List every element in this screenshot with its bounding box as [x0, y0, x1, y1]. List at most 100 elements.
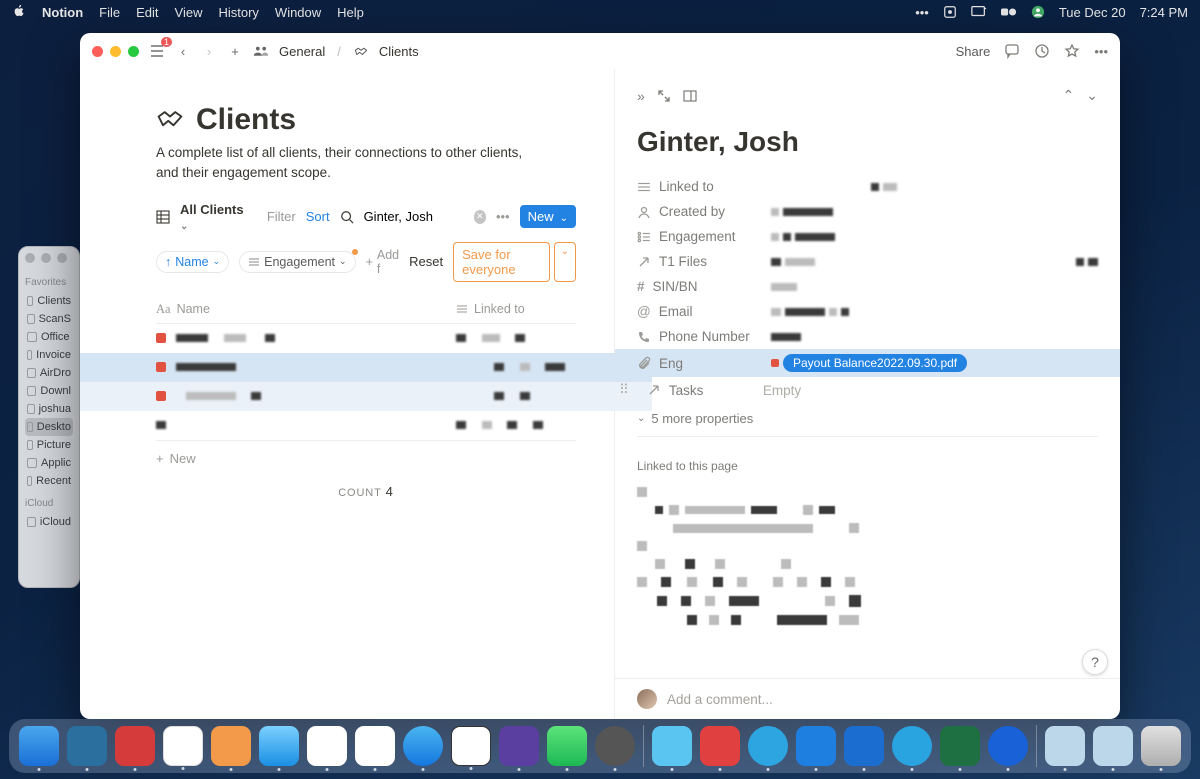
dock-folder[interactable]	[1093, 726, 1133, 766]
prop-sin-bn[interactable]: #SIN/BN	[637, 274, 1098, 299]
dock-app[interactable]	[355, 726, 395, 766]
new-row-button[interactable]: + New	[156, 440, 576, 476]
more-icon[interactable]: •••	[1094, 44, 1108, 59]
open-as-page-icon[interactable]: »	[637, 88, 645, 104]
status-shortcut-icon[interactable]	[943, 5, 957, 19]
dock-notion[interactable]	[451, 726, 491, 766]
finder-item[interactable]: Applic	[25, 454, 73, 472]
traffic-lights[interactable]	[92, 46, 139, 57]
dock-downloads[interactable]	[1045, 726, 1085, 766]
dock-obsidian[interactable]	[499, 726, 539, 766]
prop-tasks[interactable]: ⠿ Tasks Empty	[637, 377, 1098, 403]
finder-item[interactable]: Office	[25, 328, 73, 346]
dock-app[interactable]	[211, 726, 251, 766]
comment-input-row[interactable]: Add a comment...	[615, 678, 1120, 719]
menubar-date[interactable]: Tue Dec 20	[1059, 5, 1126, 20]
column-linked-to[interactable]: Linked to	[456, 302, 576, 317]
prop-phone[interactable]: Phone Number	[637, 324, 1098, 349]
finder-item[interactable]: Downl	[25, 382, 73, 400]
status-display-icon[interactable]	[971, 5, 987, 19]
view-more-icon[interactable]: •••	[496, 209, 510, 224]
close-icon[interactable]	[92, 46, 103, 57]
dock-slack[interactable]	[307, 726, 347, 766]
filter-engagement-chip[interactable]: Engagement⌄	[239, 251, 355, 273]
dock-safari[interactable]	[403, 726, 443, 766]
new-button[interactable]: New	[520, 205, 576, 228]
drag-handle-icon[interactable]: ⠿	[619, 382, 629, 398]
view-name[interactable]: All Clients ⌄	[180, 202, 247, 232]
dock-app[interactable]	[796, 726, 836, 766]
dock-mail[interactable]	[259, 726, 299, 766]
dock-app[interactable]	[892, 726, 932, 766]
more-properties-toggle[interactable]: ⌄5 more properties	[637, 411, 1098, 426]
updates-icon[interactable]	[1034, 43, 1050, 59]
help-button[interactable]: ?	[1082, 649, 1108, 675]
page-title[interactable]: Clients	[196, 103, 296, 137]
finder-item[interactable]: Clients	[25, 292, 73, 310]
search-input[interactable]	[364, 209, 464, 224]
sort-name-chip[interactable]: Name⌄	[156, 251, 229, 273]
share-button[interactable]: Share	[956, 44, 991, 59]
clear-search-icon[interactable]: ✕	[474, 210, 486, 224]
sidebar-toggle-icon[interactable]	[149, 43, 165, 59]
reset-filters-button[interactable]: Reset	[409, 254, 443, 269]
linked-backlinks[interactable]	[637, 483, 1098, 629]
dock-app[interactable]	[115, 726, 155, 766]
table-row[interactable]	[156, 411, 576, 440]
status-user-icon[interactable]	[1031, 5, 1045, 19]
prop-engagement[interactable]: Engagement	[637, 224, 1098, 249]
detail-title[interactable]: Ginter, Josh	[637, 126, 1098, 158]
column-name[interactable]: AaName	[156, 302, 456, 317]
dock-telegram[interactable]	[748, 726, 788, 766]
apple-icon[interactable]	[12, 4, 26, 21]
add-filter-button[interactable]: + Add f	[366, 248, 400, 276]
finder-item[interactable]: Invoice	[25, 346, 73, 364]
peek-mode-icon[interactable]	[683, 90, 697, 102]
prop-created-by[interactable]: Created by	[637, 199, 1098, 224]
prop-email[interactable]: @Email	[637, 299, 1098, 324]
dock-trash[interactable]	[1141, 726, 1181, 766]
page-description[interactable]: A complete list of all clients, their co…	[156, 143, 536, 184]
favorite-icon[interactable]	[1064, 43, 1080, 59]
next-record-icon[interactable]: ⌄	[1086, 87, 1098, 104]
finder-item[interactable]: Picture	[25, 436, 73, 454]
menubar-time[interactable]: 7:24 PM	[1140, 5, 1188, 20]
dock-settings[interactable]	[595, 726, 635, 766]
new-tab-icon[interactable]: +	[227, 43, 243, 59]
prev-record-icon[interactable]: ⌃	[1063, 87, 1075, 104]
table-row[interactable]	[156, 324, 576, 353]
back-button[interactable]: ‹	[175, 43, 191, 59]
dock-app[interactable]	[988, 726, 1028, 766]
finder-item[interactable]: AirDro	[25, 364, 73, 382]
save-dropdown-button[interactable]: ⌄	[554, 242, 576, 282]
status-ellipsis-icon[interactable]: •••	[915, 5, 929, 20]
prop-engagement-file[interactable]: Eng Payout Balance2022.09.30.pdf	[615, 349, 1120, 377]
table-row-selected[interactable]	[80, 353, 652, 382]
comment-placeholder[interactable]: Add a comment...	[667, 692, 773, 707]
menubar-app-name[interactable]: Notion	[42, 5, 83, 20]
comments-icon[interactable]	[1004, 43, 1020, 59]
table-row[interactable]	[80, 382, 652, 411]
finder-item[interactable]: Recent	[25, 472, 73, 490]
dock-app[interactable]	[67, 726, 107, 766]
filter-button[interactable]: Filter	[267, 209, 296, 224]
zoom-icon[interactable]	[128, 46, 139, 57]
dock-outlook[interactable]	[844, 726, 884, 766]
finder-item[interactable]: iCloud	[25, 513, 73, 531]
dock-messages[interactable]	[547, 726, 587, 766]
dock[interactable]	[9, 719, 1191, 773]
dock-app[interactable]	[700, 726, 740, 766]
expand-icon[interactable]	[657, 89, 671, 103]
menubar-view[interactable]: View	[175, 5, 203, 20]
sort-button[interactable]: Sort	[306, 209, 330, 224]
search-icon[interactable]	[340, 210, 354, 224]
menubar-help[interactable]: Help	[337, 5, 364, 20]
breadcrumb-clients[interactable]: Clients	[379, 44, 419, 59]
menubar-edit[interactable]: Edit	[136, 5, 158, 20]
menubar-file[interactable]: File	[99, 5, 120, 20]
finder-item[interactable]: ScanS	[25, 310, 73, 328]
dock-app[interactable]	[163, 726, 203, 766]
breadcrumb-general[interactable]: General	[279, 44, 325, 59]
prop-linked-to[interactable]: Linked to	[637, 174, 1098, 199]
dock-excel[interactable]	[940, 726, 980, 766]
